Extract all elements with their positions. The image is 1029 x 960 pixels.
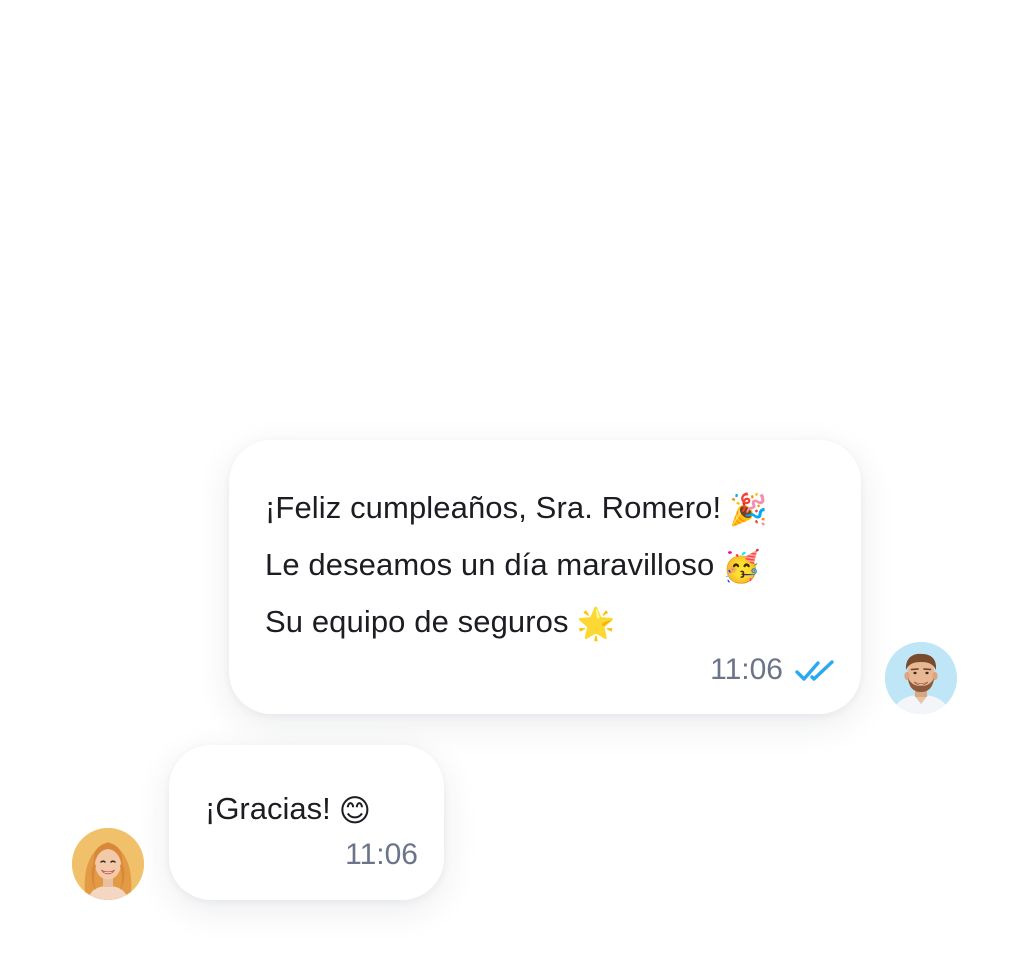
smiling-face-emoji: 😊 [338, 793, 372, 828]
message-line: Su equipo de seguros 🌟 [265, 602, 615, 644]
chat-canvas: ¡Feliz cumpleaños, Sra. Romero! 🎉 Le dese… [0, 0, 1029, 960]
message-text: ¡Gracias! [205, 791, 331, 826]
customer-avatar[interactable] [72, 828, 144, 900]
message-text: Le deseamos un día maravilloso [265, 547, 715, 582]
message-text: ¡Feliz cumpleaños, Sra. Romero! [265, 490, 722, 525]
message-text: Su equipo de seguros [265, 604, 569, 639]
message-line: Le deseamos un día maravilloso 🥳 [265, 545, 761, 587]
glowing-star-emoji: 🌟 [576, 606, 616, 641]
double-check-read-icon [795, 660, 834, 681]
message-line: ¡Feliz cumpleaños, Sra. Romero! 🎉 [265, 488, 768, 530]
message-line: ¡Gracias! 😊 [205, 789, 371, 831]
man-avatar-icon [885, 642, 957, 714]
party-popper-emoji: 🎉 [729, 492, 768, 527]
partying-face-emoji: 🥳 [722, 549, 762, 584]
woman-avatar-icon [72, 828, 144, 900]
agent-avatar[interactable] [885, 642, 957, 714]
incoming-message-bubble[interactable]: ¡Gracias! 😊 11:06 [169, 745, 444, 900]
outgoing-message-bubble[interactable]: ¡Feliz cumpleaños, Sra. Romero! 🎉 Le dese… [229, 440, 861, 714]
message-timestamp: 11:06 [345, 838, 418, 871]
message-timestamp: 11:06 [710, 653, 783, 686]
